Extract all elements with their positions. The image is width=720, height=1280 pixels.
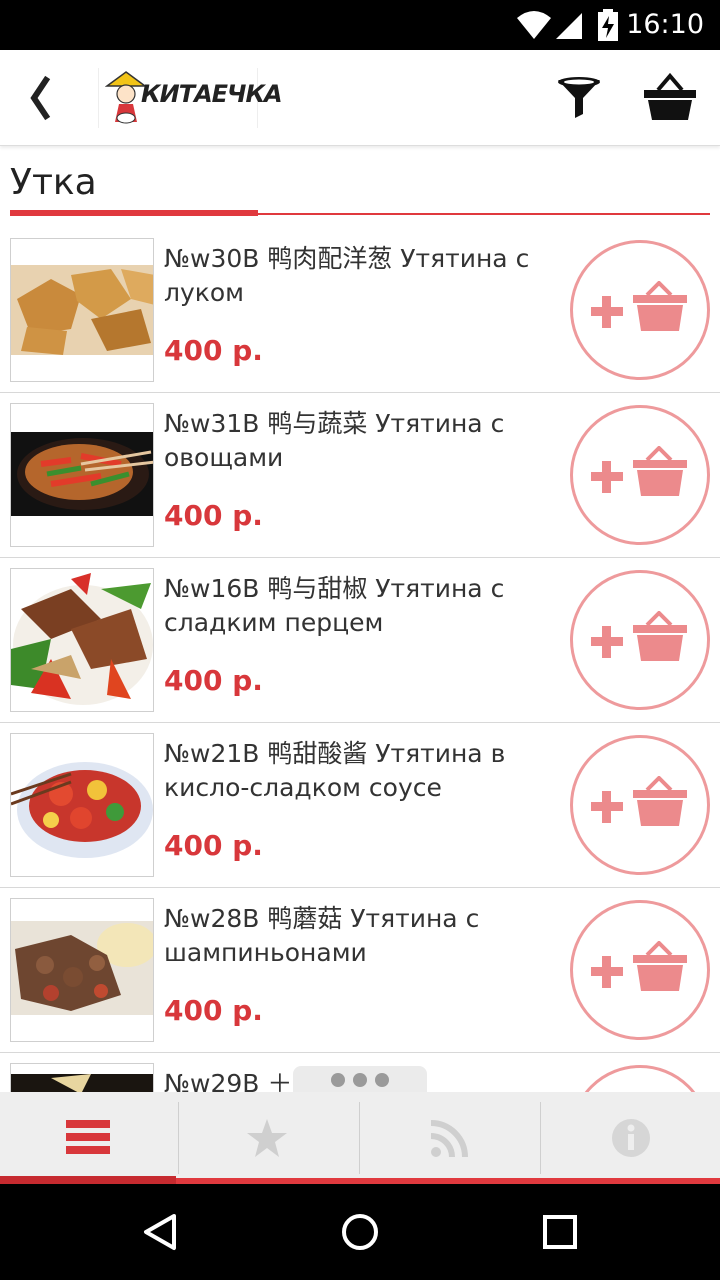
- star-icon: [247, 1119, 287, 1157]
- back-button[interactable]: [20, 72, 64, 124]
- app-bar: КИТАЕЧКА: [0, 50, 720, 146]
- app-logo: КИТАЕЧКА: [98, 68, 283, 128]
- status-time: 16:10: [626, 9, 704, 40]
- add-to-cart-button[interactable]: [570, 735, 710, 875]
- item-price: 400 р.: [164, 994, 263, 1027]
- add-to-cart-button[interactable]: [570, 900, 710, 1040]
- add-to-basket-icon: [591, 446, 687, 496]
- dish-photo: [10, 568, 154, 712]
- list-item[interactable]: №w31B 鸭与蔬菜 Утятина с овощами 400 р.: [0, 393, 720, 558]
- item-name: №w28B 鸭蘑菇 Утятина с шампиньонами: [164, 904, 480, 967]
- battery-icon: [598, 9, 618, 41]
- logo-text: КИТАЕЧКА: [141, 80, 283, 108]
- dish-photo: [10, 898, 154, 1042]
- item-price: 400 р.: [164, 664, 263, 697]
- tab-info[interactable]: [541, 1092, 720, 1184]
- basket-icon: [644, 72, 696, 120]
- menu-list[interactable]: №w30B 鸭肉配洋葱 Утятина с луком 400 р. №w31B…: [0, 228, 720, 1092]
- tab-favorites[interactable]: [180, 1092, 360, 1184]
- title-underline: [10, 210, 258, 216]
- add-to-cart-button[interactable]: [570, 1065, 710, 1092]
- list-item[interactable]: №w28B 鸭蘑菇 Утятина с шампиньонами 400 р.: [0, 888, 720, 1053]
- add-to-basket-icon: [591, 776, 687, 826]
- dot-icon: [375, 1073, 389, 1087]
- item-name: №w21B 鸭甜酸酱 Утятина в кисло-сладком соусе: [164, 739, 506, 802]
- item-price: 400 р.: [164, 829, 263, 862]
- item-name: №w30B 鸭肉配洋葱 Утятина с луком: [164, 244, 530, 307]
- dot-icon: [353, 1073, 367, 1087]
- item-name: №w16B 鸭与甜椒 Утятина с сладким перцем: [164, 574, 505, 637]
- tab-divider: [178, 1102, 179, 1174]
- dish-photo: [10, 733, 154, 877]
- home-circle-icon[interactable]: [340, 1212, 380, 1252]
- add-to-cart-button[interactable]: [570, 240, 710, 380]
- active-tab-indicator: [0, 1176, 176, 1184]
- rss-icon: [430, 1120, 468, 1158]
- item-name: №w31B 鸭与蔬菜 Утятина с овощами: [164, 409, 505, 472]
- add-to-cart-button[interactable]: [570, 405, 710, 545]
- back-triangle-icon[interactable]: [140, 1212, 180, 1252]
- system-nav-bar: [0, 1184, 720, 1280]
- recents-square-icon[interactable]: [542, 1212, 578, 1252]
- wifi-icon: [517, 11, 551, 39]
- list-item[interactable]: №w30B 鸭肉配洋葱 Утятина с луком 400 р.: [0, 228, 720, 393]
- dish-photo: [10, 403, 154, 547]
- filter-icon: [558, 77, 600, 118]
- signal-icon: [556, 13, 582, 39]
- dot-icon: [331, 1073, 345, 1087]
- menu-icon: [66, 1120, 110, 1154]
- chevron-left-icon: [30, 75, 51, 121]
- bottom-tab-bar: [0, 1092, 720, 1184]
- page-title: Утка: [10, 162, 97, 203]
- tab-news[interactable]: [360, 1092, 540, 1184]
- item-price: 400 р.: [164, 499, 263, 532]
- dish-photo: [10, 238, 154, 382]
- filter-button[interactable]: [556, 74, 602, 122]
- dish-photo: [10, 1063, 154, 1092]
- list-item[interactable]: №w16B 鸭与甜椒 Утятина с сладким перцем 400 …: [0, 558, 720, 723]
- add-to-basket-icon: [591, 281, 687, 331]
- status-bar: 16:10: [0, 0, 720, 50]
- add-to-basket-icon: [591, 611, 687, 661]
- add-to-cart-button[interactable]: [570, 570, 710, 710]
- add-to-basket-icon: [591, 941, 687, 991]
- item-price: 400 р.: [164, 334, 263, 367]
- tab-menu[interactable]: [0, 1092, 180, 1184]
- list-item[interactable]: №w21B 鸭甜酸酱 Утятина в кисло-сладком соусе…: [0, 723, 720, 888]
- info-icon: [612, 1119, 650, 1157]
- cart-button[interactable]: [642, 72, 698, 122]
